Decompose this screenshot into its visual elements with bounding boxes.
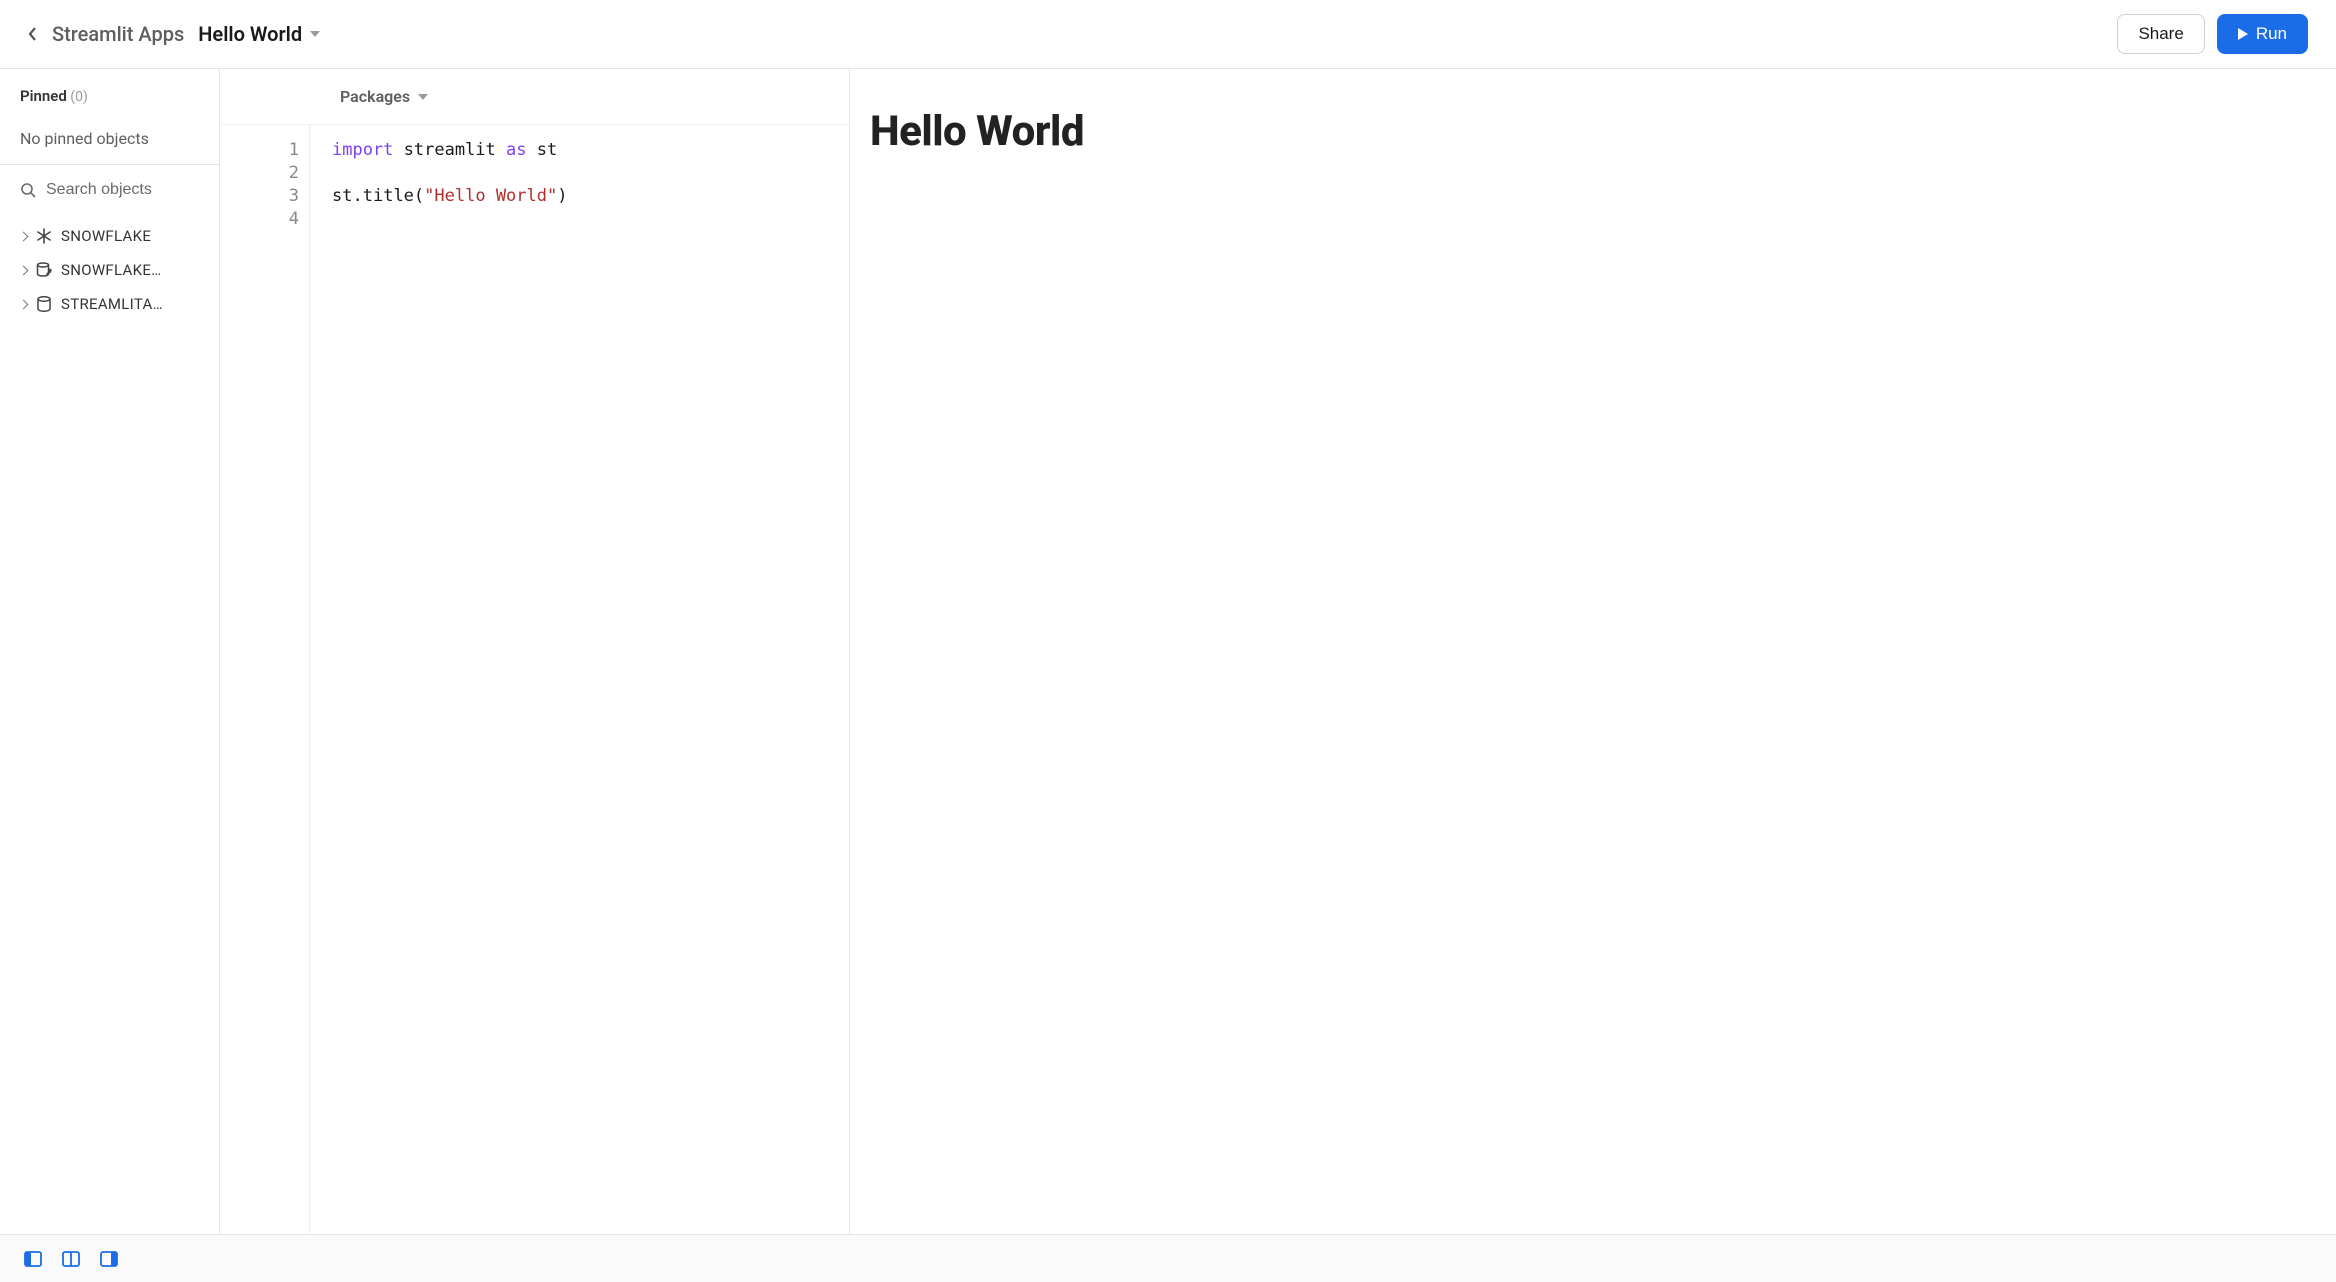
breadcrumb-current-label: Hello World (198, 22, 302, 46)
pinned-count: (0) (70, 89, 88, 105)
footer-bar (0, 1234, 2336, 1282)
tree-item[interactable]: SNOWFLAKE (10, 219, 209, 253)
layout-split-button[interactable] (62, 1251, 80, 1267)
tree-item[interactable]: STREAMLITA… (10, 287, 209, 321)
header-actions: Share Run (2117, 14, 2308, 54)
line-number: 4 (220, 208, 299, 231)
play-icon (2238, 28, 2248, 40)
chevron-right-icon (19, 231, 29, 241)
share-button[interactable]: Share (2117, 14, 2204, 54)
sidebar: Pinned (0) No pinned objects SNOWFLAKESN… (0, 69, 220, 1234)
search-row[interactable] (0, 165, 219, 215)
line-number: 1 (220, 139, 299, 162)
back-icon[interactable] (28, 26, 38, 42)
preview-title: Hello World (870, 107, 2316, 156)
layout-right-button[interactable] (100, 1251, 118, 1267)
line-number: 2 (220, 162, 299, 185)
code-line[interactable]: st.title("Hello World") (332, 185, 567, 208)
run-button-label: Run (2256, 24, 2287, 44)
search-icon (20, 182, 36, 198)
code-content[interactable]: import streamlit as st st.title("Hello Wo… (310, 125, 567, 1234)
tree-item-label: STREAMLITA… (61, 295, 163, 313)
layout-left-button[interactable] (24, 1251, 42, 1267)
tree-item[interactable]: SNOWFLAKE… (10, 253, 209, 287)
breadcrumb: Streamlit Apps Hello World (28, 22, 320, 46)
code-line[interactable]: import streamlit as st (332, 139, 567, 162)
snowflake-icon (35, 227, 53, 245)
preview-pane: Hello World (850, 69, 2336, 1234)
pinned-label: Pinned (20, 87, 67, 105)
main-row: Pinned (0) No pinned objects SNOWFLAKESN… (0, 69, 2336, 1234)
run-button[interactable]: Run (2217, 14, 2308, 54)
header-bar: Streamlit Apps Hello World Share Run (0, 0, 2336, 69)
editor-preview-split: Packages 1234 import streamlit as st st.t… (220, 69, 2336, 1234)
db-icon (35, 295, 53, 313)
code-line[interactable] (332, 208, 567, 231)
tree-item-label: SNOWFLAKE… (61, 261, 162, 279)
tree-item-label: SNOWFLAKE (61, 227, 151, 245)
pinned-empty-text: No pinned objects (0, 119, 219, 164)
packages-label: Packages (340, 87, 410, 106)
code-line[interactable] (332, 162, 567, 185)
chevron-down-icon (418, 94, 428, 100)
search-input[interactable] (46, 181, 199, 199)
db-share-icon (35, 261, 53, 279)
chevron-down-icon (310, 31, 320, 37)
packages-dropdown[interactable]: Packages (220, 69, 849, 125)
pinned-header: Pinned (0) (0, 69, 219, 119)
breadcrumb-parent-link[interactable]: Streamlit Apps (52, 22, 184, 46)
object-tree: SNOWFLAKE SNOWFLAKE… STREAMLITA… (0, 215, 219, 325)
chevron-right-icon (19, 265, 29, 275)
line-number-gutter: 1234 (220, 125, 310, 1234)
editor-pane: Packages 1234 import streamlit as st st.t… (220, 69, 850, 1234)
code-editor[interactable]: 1234 import streamlit as st st.title("Hel… (220, 125, 849, 1234)
breadcrumb-current-dropdown[interactable]: Hello World (198, 22, 320, 46)
chevron-right-icon (19, 299, 29, 309)
line-number: 3 (220, 185, 299, 208)
